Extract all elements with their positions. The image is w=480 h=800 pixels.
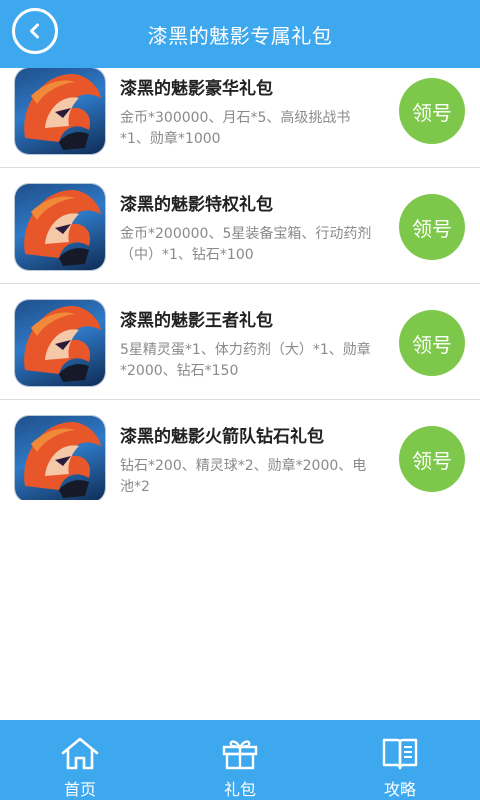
tab-gifts[interactable]: 礼包 — [160, 720, 320, 800]
game-icon — [15, 184, 105, 270]
chevron-left-icon — [30, 23, 39, 39]
header-bar: 漆黑的魅影专属礼包 — [0, 0, 480, 68]
gift-description: 金币*200000、5星装备宝箱、行动药剂（中）*1、钻石*100 — [120, 226, 372, 263]
home-icon — [61, 737, 99, 770]
gift-description: 金币*300000、月石*5、高级挑战书*1、勋章*1000 — [120, 110, 351, 147]
gift-item: 漆黑的魅影特权礼包 金币*200000、5星装备宝箱、行动药剂（中）*1、钻石*… — [0, 168, 480, 284]
tab-guide[interactable]: 攻略 — [320, 720, 480, 800]
gift-title: 漆黑的魅影豪华礼包 — [120, 79, 273, 99]
book-icon — [382, 738, 418, 770]
back-button[interactable] — [12, 8, 58, 54]
gift-description: 钻石*200、精灵球*2、勋章*2000、电池*2 — [120, 458, 367, 495]
claim-button[interactable]: 领号 — [399, 78, 465, 144]
bottom-tab-bar: 首页 礼包 攻略 — [0, 720, 480, 800]
claim-button[interactable]: 领号 — [399, 426, 465, 492]
tab-label: 攻略 — [383, 780, 416, 799]
gift-item: 漆黑的魅影火箭队钻石礼包 钻石*200、精灵球*2、勋章*2000、电池*2 领… — [0, 400, 480, 500]
page-title: 漆黑的魅影专属礼包 — [147, 23, 333, 48]
tab-label: 礼包 — [223, 780, 256, 799]
gift-item: 漆黑的魅影豪华礼包 金币*300000、月石*5、高级挑战书*1、勋章*1000… — [0, 68, 480, 168]
game-icon — [15, 300, 105, 386]
gift-item: 漆黑的魅影王者礼包 5星精灵蛋*1、体力药剂（大）*1、勋章*2000、钻石*1… — [0, 284, 480, 400]
gift-title: 漆黑的魅影王者礼包 — [120, 311, 273, 331]
gift-title: 漆黑的魅影特权礼包 — [120, 195, 273, 215]
game-icon — [15, 416, 105, 500]
claim-button[interactable]: 领号 — [399, 310, 465, 376]
game-icon — [15, 68, 105, 154]
gift-icon — [222, 740, 258, 770]
gift-list[interactable]: 漆黑的魅影豪华礼包 金币*300000、月石*5、高级挑战书*1、勋章*1000… — [0, 68, 480, 500]
tab-label: 首页 — [63, 780, 96, 799]
gift-title: 漆黑的魅影火箭队钻石礼包 — [120, 427, 324, 447]
claim-button[interactable]: 领号 — [399, 194, 465, 260]
gift-description: 5星精灵蛋*1、体力药剂（大）*1、勋章*2000、钻石*150 — [120, 342, 371, 379]
tab-home[interactable]: 首页 — [0, 720, 160, 800]
